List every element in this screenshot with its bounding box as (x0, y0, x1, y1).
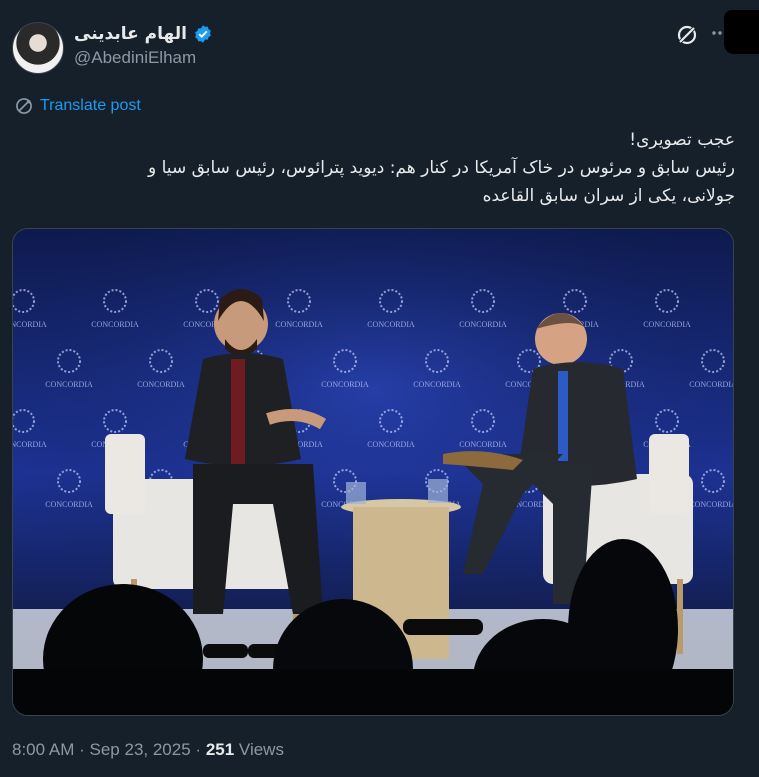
author-handle[interactable]: @AbediniElham (74, 48, 213, 68)
backdrop-logo-text: CONCORDIA (459, 320, 507, 329)
verified-badge-icon (195, 25, 211, 43)
backdrop-logo-text: CONCORDIA (137, 380, 185, 389)
backdrop-logo-text: CONCORDIA (45, 500, 93, 509)
backdrop-logo-text: CONCORDIA (459, 440, 507, 449)
display-name[interactable]: الهام عابدینی (74, 24, 187, 44)
translate-label[interactable]: Translate post (40, 97, 141, 115)
backdrop-logo-text: CONCORDIA (275, 320, 323, 329)
backdrop-logo-text: CONCORDIA (91, 320, 139, 329)
backdrop-logo-text: CONCORDIA (689, 380, 734, 389)
avatar[interactable] (12, 22, 64, 74)
translate-post-link[interactable]: Translate post (14, 96, 141, 116)
backdrop-logo-text: CONCORDIA (45, 380, 93, 389)
author-names: الهام عابدینی @AbediniElham (74, 24, 213, 68)
backdrop-logo-text: CONCORDIA (13, 440, 47, 449)
post-text-line: رئیس سابق و مرئوس در خاک آمریکا در کنار … (148, 158, 735, 178)
post-metadata: 8:00 AM · Sep 23, 2025 · 251 Views (12, 740, 284, 760)
photo-scene: CONCORDIA CONCORDIA CONCORDIA CONCORDIA CONC… (13, 229, 734, 715)
views-label: Views (238, 740, 284, 759)
backdrop-logo-text: CONCORDIA (321, 380, 369, 389)
post-text-line: عجب تصویری! (629, 130, 735, 150)
backdrop-logo-text: CONCORDIA (643, 320, 691, 329)
translate-icon (16, 98, 32, 114)
post-header: الهام عابدینی @AbediniElham (10, 16, 750, 76)
post-time[interactable]: 8:00 AM (12, 740, 74, 759)
post-photo[interactable]: CONCORDIA CONCORDIA CONCORDIA CONCORDIA CONC… (12, 228, 734, 716)
backdrop-logo-text: CONCORDIA (689, 500, 734, 509)
display-name-row: الهام عابدینی (74, 24, 213, 44)
views-count[interactable]: 251 (206, 740, 234, 759)
overlay-shape (724, 10, 759, 54)
backdrop-logo-text: CONCORDIA (413, 380, 461, 389)
separator: · (195, 740, 202, 759)
post-date[interactable]: Sep 23, 2025 (90, 740, 191, 759)
backdrop-logo-text: CONCORDIA (13, 320, 47, 329)
grok-icon[interactable] (674, 22, 700, 48)
separator: · (79, 740, 85, 759)
post-text-line: جولانی، یکی از سران سابق القاعده (482, 186, 735, 206)
backdrop-logo-text: CONCORDIA (367, 320, 415, 329)
backdrop-logo-text: CONCORDIA (367, 440, 415, 449)
post-text: عجب تصویری! رئیس سابق و مرئوس در خاک آمر… (15, 126, 735, 210)
